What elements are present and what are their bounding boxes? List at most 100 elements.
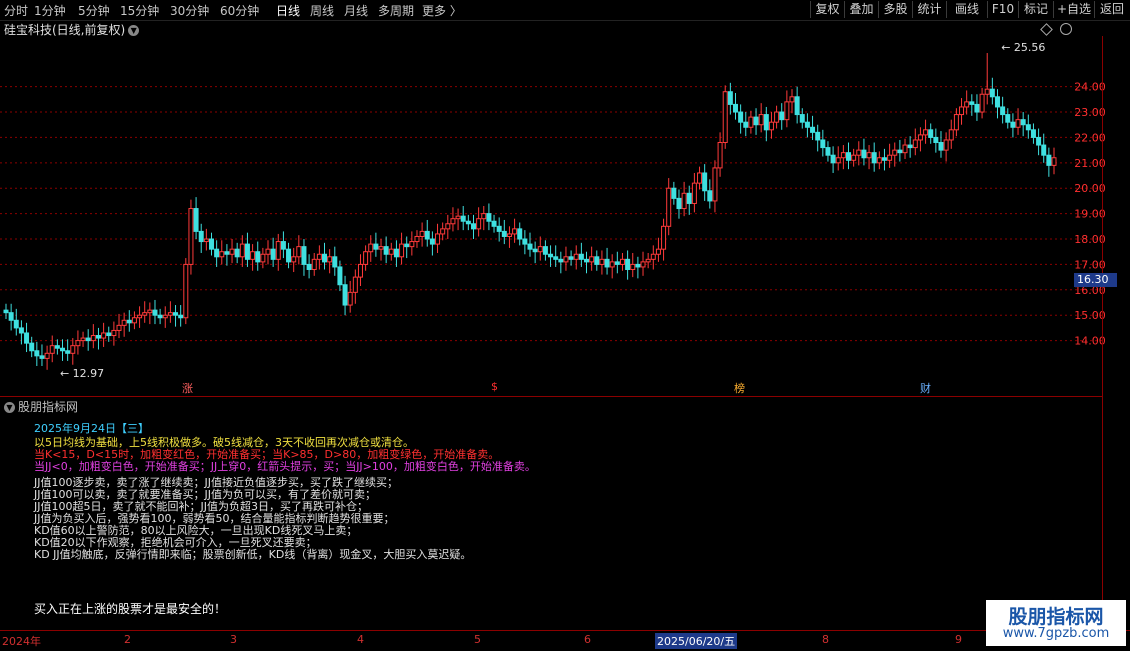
candle-body	[640, 261, 646, 268]
candle-body	[322, 253, 328, 263]
candle-body	[815, 131, 821, 141]
add-watchlist-button[interactable]: +自选	[1053, 1, 1094, 18]
chevron-down-icon[interactable]: ▼	[4, 402, 15, 413]
candle-body	[712, 167, 718, 202]
candle-body	[799, 114, 805, 123]
candle-body	[953, 114, 959, 131]
candle-body	[876, 157, 882, 164]
indicator-line: KD JJ值均触底，反弹行情即来临；股票创新低，KD线（背离）现金叉，大胆买入莫…	[34, 548, 472, 561]
candle-body	[573, 253, 579, 260]
candle-body	[34, 350, 40, 357]
back-button[interactable]: 返回	[1094, 1, 1129, 18]
period-tab[interactable]: 15分钟	[120, 2, 159, 19]
candlestick-chart[interactable]: 24.0023.0022.0021.0020.0019.0018.0017.00…	[0, 36, 1130, 396]
candle-body	[630, 263, 636, 270]
candle-body	[476, 218, 482, 230]
multi-stock-button[interactable]: 多股	[878, 1, 912, 18]
candle-body	[327, 256, 333, 263]
candle-body	[548, 253, 554, 258]
candle-body	[44, 352, 50, 359]
candle-body	[979, 93, 985, 113]
candle-body	[994, 96, 1000, 108]
indicator-title[interactable]: ▼ 股朋指标网	[4, 398, 78, 415]
candle-body	[424, 230, 430, 240]
watermark: 股朋指标网 www.7gpzb.com	[986, 600, 1126, 646]
candle-body	[383, 246, 389, 255]
candle-body	[363, 251, 369, 265]
indicator-line: 当JJ<0，加粗变白色，开始准备买；JJ上穿0，红箭头提示，买；当JJ>100，…	[34, 460, 536, 473]
candle-body	[655, 248, 661, 255]
event-marker-finance[interactable]: 财	[920, 380, 931, 396]
candle-body	[178, 314, 184, 319]
candle-body	[121, 319, 127, 326]
candle-body	[137, 314, 143, 319]
candle-body	[85, 337, 91, 342]
candle-body	[917, 134, 923, 141]
candle-body	[332, 256, 338, 268]
candle-body	[173, 312, 179, 316]
candle-body	[275, 241, 281, 260]
candle-body	[671, 187, 677, 199]
circle-icon[interactable]	[1060, 23, 1072, 35]
period-tab[interactable]: 5分钟	[78, 2, 110, 19]
candle-body	[203, 238, 209, 243]
candle-body	[707, 190, 713, 202]
candle-body	[933, 136, 939, 144]
candle-body	[239, 243, 245, 258]
candle-body	[907, 144, 913, 149]
candle-body	[969, 101, 975, 105]
period-tab-more[interactable]: 更多 〉	[422, 2, 462, 19]
candle-body	[635, 263, 641, 268]
candle-body	[214, 248, 220, 258]
candle-body	[470, 223, 476, 230]
statistics-button[interactable]: 统计	[912, 1, 946, 18]
candle-body	[846, 152, 852, 161]
stock-title: 硅宝科技(日线,前复权)	[4, 23, 126, 37]
period-tab[interactable]: 1分钟	[34, 2, 66, 19]
candle-body	[645, 258, 651, 263]
candle-body	[804, 121, 810, 128]
event-marker-rank[interactable]: 榜	[734, 380, 745, 396]
period-tab[interactable]: 分时	[4, 2, 28, 19]
period-tab[interactable]: 月线	[344, 2, 368, 19]
period-tab[interactable]: 60分钟	[220, 2, 259, 19]
period-tab[interactable]: 30分钟	[170, 2, 209, 19]
event-marker-limit-up[interactable]: 涨	[182, 380, 193, 396]
overlay-button[interactable]: 叠加	[844, 1, 878, 18]
candle-body	[409, 241, 415, 248]
draw-line-button[interactable]: 画线	[946, 1, 987, 18]
candle-body	[938, 142, 944, 151]
candle-body	[681, 192, 687, 210]
restore-right-button[interactable]: 复权	[810, 1, 844, 18]
period-tab[interactable]: 多周期	[378, 2, 414, 19]
candle-body	[989, 88, 995, 98]
period-tab[interactable]: 周线	[310, 2, 334, 19]
candle-body	[732, 103, 738, 113]
mark-button[interactable]: 标记	[1018, 1, 1053, 18]
candle-body	[1005, 114, 1011, 123]
chevron-down-icon[interactable]: ▼	[128, 25, 140, 36]
diamond-icon[interactable]	[1040, 23, 1053, 36]
date-axis-label: 9	[955, 633, 962, 646]
candle-body	[1025, 124, 1031, 131]
candle-body	[1030, 129, 1036, 138]
candle-body	[486, 213, 492, 222]
candle-body	[455, 215, 461, 220]
candle-body	[743, 121, 749, 128]
candle-body	[943, 139, 949, 151]
event-marker-dollar[interactable]: $	[491, 380, 498, 393]
candle-body	[599, 258, 605, 265]
candle-body	[604, 258, 610, 268]
f10-button[interactable]: F10	[987, 1, 1018, 18]
candle-body	[722, 91, 728, 144]
candle-body	[506, 233, 512, 237]
candle-body	[337, 266, 343, 286]
period-tab-active[interactable]: 日线	[276, 2, 300, 19]
candle-body	[429, 238, 435, 245]
candle-body	[373, 243, 379, 250]
candle-body	[414, 235, 420, 243]
candle-body	[774, 111, 780, 123]
candle-body	[357, 263, 363, 278]
candle-body	[887, 154, 893, 161]
candle-body	[522, 238, 528, 245]
